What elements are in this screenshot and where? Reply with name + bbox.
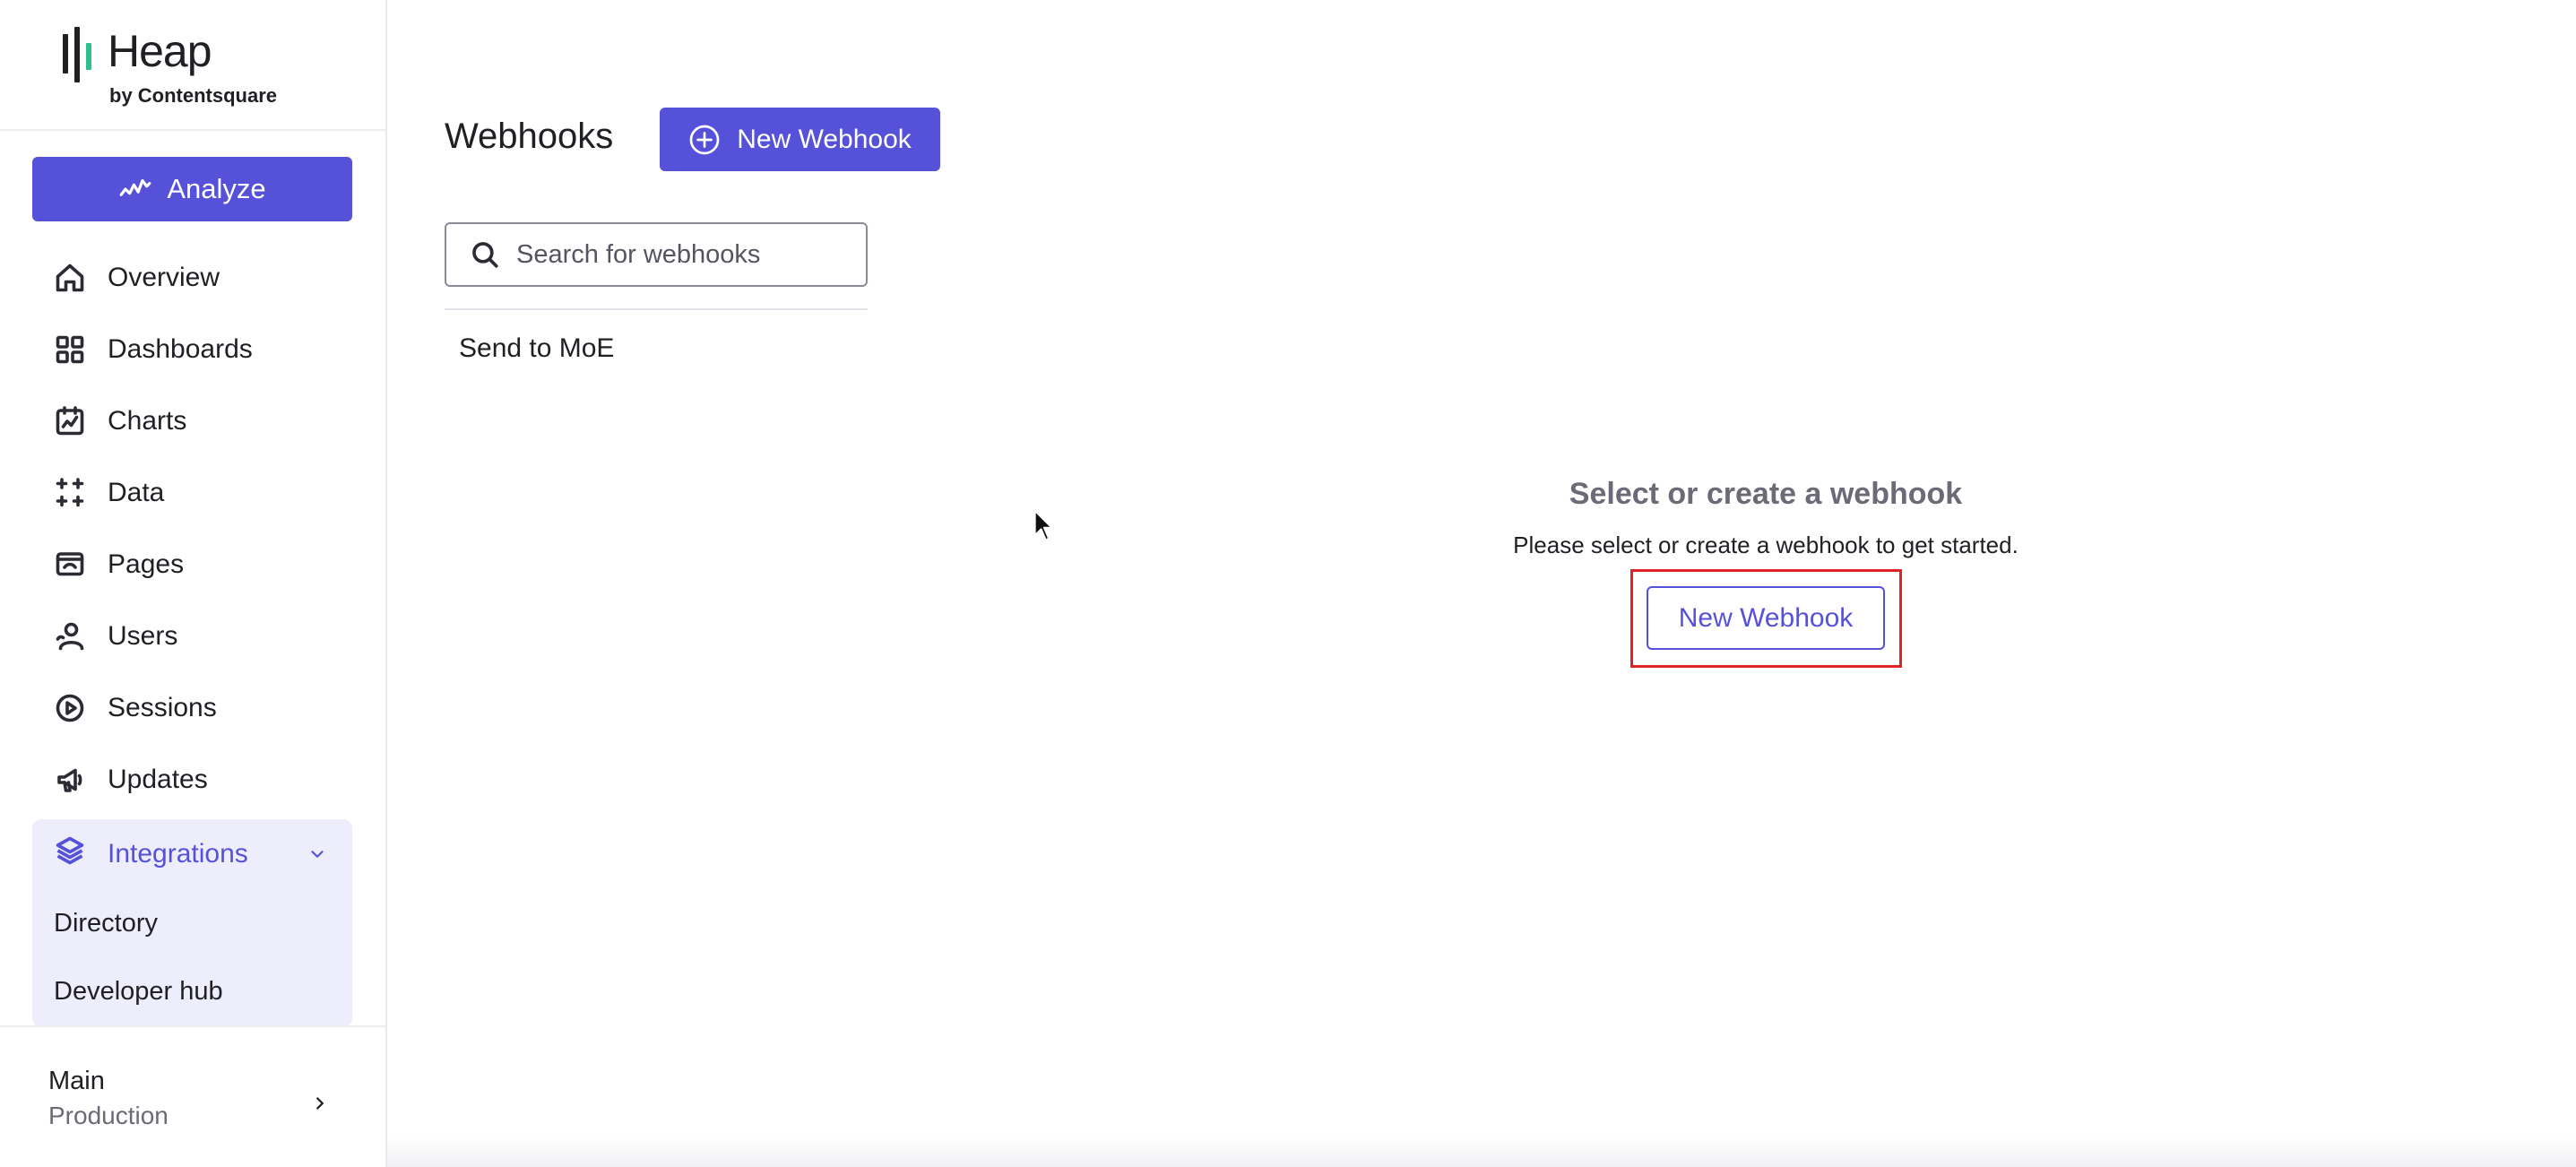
home-icon [54, 262, 86, 294]
search-input[interactable] [516, 239, 857, 270]
plus-circle-icon [689, 125, 720, 154]
sidebar-item-pages[interactable]: Pages [32, 529, 352, 601]
divider [0, 129, 387, 131]
grid-icon [54, 333, 86, 366]
sidebar-item-sessions[interactable]: Sessions [32, 672, 352, 744]
sidebar-item-label: Overview [108, 263, 220, 292]
webhook-list-item[interactable]: Send to MoE [459, 333, 614, 364]
sidebar-item-updates[interactable]: Updates [32, 744, 352, 816]
sidebar-item-dashboards[interactable]: Dashboards [32, 314, 352, 385]
page-title: Webhooks [445, 117, 614, 156]
sidebar-subitem-developer-hub[interactable]: Developer hub [32, 957, 352, 1025]
sidebar-item-users[interactable]: Users [32, 601, 352, 672]
sparkles-icon [54, 477, 86, 509]
sidebar-item-overview[interactable]: Overview [32, 242, 352, 314]
sidebar-item-data[interactable]: Data [32, 457, 352, 529]
sidebar: Heap by Contentsquare Analyze Overview D… [0, 0, 387, 1167]
analyze-icon [119, 178, 151, 196]
analyze-button[interactable]: Analyze [32, 157, 352, 221]
analyze-label: Analyze [167, 173, 266, 204]
sidebar-item-label: Dashboards [108, 334, 253, 364]
app-window: Heap by Contentsquare Analyze Overview D… [0, 0, 2576, 1167]
empty-state: Select or create a webhook Please select… [1434, 477, 2097, 559]
layers-icon [54, 834, 86, 874]
play-circle-icon [54, 692, 86, 724]
sidebar-item-label: Users [108, 621, 178, 651]
heap-logo-icon [61, 27, 100, 82]
search-icon [472, 242, 498, 268]
divider [445, 308, 868, 310]
megaphone-icon [54, 764, 86, 796]
pages-icon [54, 549, 86, 581]
sidebar-item-integrations[interactable]: Integrations [32, 819, 352, 889]
environment-switcher[interactable]: Main Production [48, 1067, 344, 1142]
new-webhook-label: New Webhook [737, 124, 912, 154]
search-field[interactable] [445, 222, 868, 287]
sidebar-item-label: Pages [108, 549, 185, 579]
mouse-cursor-icon [1033, 509, 1053, 541]
sidebar-nav: Overview Dashboards Charts Data Pages Us… [32, 242, 352, 816]
sidebar-subitem-directory[interactable]: Directory [32, 889, 352, 957]
sidebar-item-label: Data [108, 478, 165, 507]
chart-icon [54, 405, 86, 437]
sidebar-item-label: Charts [108, 406, 187, 436]
brand-logo[interactable]: Heap by Contentsquare [61, 22, 330, 120]
users-icon [54, 620, 86, 653]
brand-name: Heap [108, 26, 212, 76]
chevron-right-icon [316, 1097, 324, 1110]
divider [0, 1025, 387, 1027]
bottom-fade [387, 1137, 2576, 1167]
sidebar-item-charts[interactable]: Charts [32, 385, 352, 457]
environment-name: Main [48, 1067, 105, 1095]
integrations-group: Integrations Directory Developer hub [32, 819, 352, 1027]
empty-state-new-webhook-button[interactable]: New Webhook [1647, 586, 1885, 650]
environment-type: Production [48, 1102, 169, 1129]
chevron-down-icon[interactable] [307, 844, 327, 864]
empty-state-description: Please select or create a webhook to get… [1513, 532, 2018, 558]
empty-state-title: Select or create a webhook [1569, 477, 1963, 511]
sidebar-item-label: Sessions [108, 693, 217, 722]
sidebar-item-label: Integrations [108, 839, 248, 869]
brand-subtitle: by Contentsquare [109, 84, 278, 107]
new-webhook-button[interactable]: New Webhook [660, 108, 940, 171]
sidebar-item-label: Updates [108, 765, 208, 794]
